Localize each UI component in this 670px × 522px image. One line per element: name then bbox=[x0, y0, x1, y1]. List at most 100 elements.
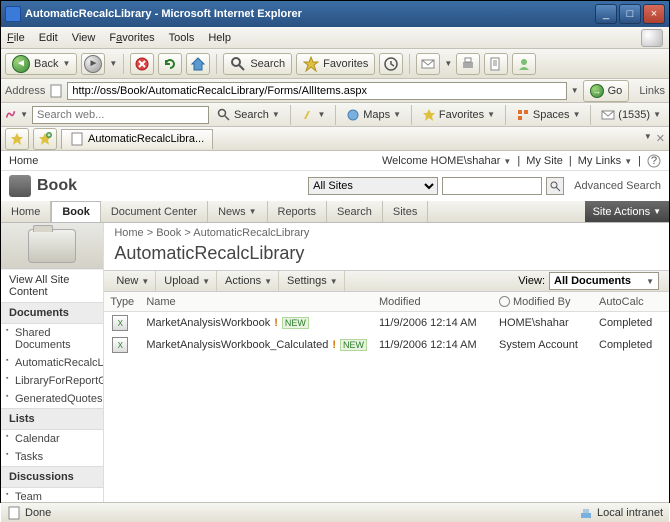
address-dropdown[interactable]: ▼ bbox=[571, 86, 579, 95]
nav-shared-docs[interactable]: Shared Documents bbox=[1, 324, 103, 354]
menu-tools[interactable]: Tools bbox=[169, 32, 195, 44]
table-row[interactable]: X MarketAnalysisWorkbook!NEW 11/9/2006 1… bbox=[104, 312, 669, 334]
address-label: Address bbox=[5, 85, 45, 97]
nav-doccenter[interactable]: Document Center bbox=[101, 201, 208, 222]
minimize-button[interactable]: _ bbox=[595, 4, 617, 24]
advanced-search-link[interactable]: Advanced Search bbox=[574, 180, 661, 192]
item-modified: 11/9/2006 12:14 AM bbox=[373, 317, 493, 329]
tab-page-icon bbox=[70, 132, 84, 146]
nav-report-gen[interactable]: LibraryForReportGeneration bbox=[1, 372, 103, 390]
search-scope-select[interactable]: All Sites bbox=[308, 177, 438, 195]
actions-button[interactable]: Actions▼ bbox=[219, 271, 279, 291]
go-button[interactable]: →Go bbox=[583, 80, 630, 102]
history-button[interactable] bbox=[379, 53, 403, 75]
table-row[interactable]: X MarketAnalysisWorkbook_Calculated!NEW … bbox=[104, 334, 669, 356]
menu-favorites[interactable]: Favorites bbox=[109, 32, 154, 44]
add-favorite-button[interactable] bbox=[33, 128, 57, 150]
favorites-button[interactable]: Favorites bbox=[296, 53, 375, 75]
nav-head-documents: Documents bbox=[1, 302, 103, 324]
spaces-button[interactable]: Spaces▼ bbox=[512, 106, 585, 124]
mail-count-button[interactable]: (1535)▼ bbox=[597, 106, 665, 124]
crumb-lib[interactable]: AutomaticRecalcLibrary bbox=[193, 227, 309, 239]
menu-help[interactable]: Help bbox=[208, 32, 231, 44]
search-button[interactable]: Search bbox=[223, 53, 292, 75]
crumb-home[interactable]: Home bbox=[114, 227, 143, 239]
view-selector[interactable]: All Documents▼ bbox=[549, 272, 659, 290]
forward-dropdown[interactable]: ▼ bbox=[109, 59, 117, 68]
item-name[interactable]: MarketAnalysisWorkbook_Calculated bbox=[146, 339, 328, 351]
upload-button[interactable]: Upload▼ bbox=[158, 271, 217, 291]
forward-button[interactable]: ► bbox=[81, 53, 105, 75]
window-title: AutomaticRecalcLibrary - Microsoft Inter… bbox=[25, 8, 593, 20]
nav-search[interactable]: Search bbox=[327, 201, 383, 222]
tab-dropdown[interactable]: ▼ bbox=[644, 132, 652, 145]
sp-home-link[interactable]: Home bbox=[9, 155, 38, 167]
nav-news[interactable]: News▼ bbox=[208, 201, 267, 222]
item-modified: 11/9/2006 12:14 AM bbox=[373, 339, 493, 351]
site-search-input[interactable] bbox=[442, 177, 542, 195]
favorites-star-button[interactable] bbox=[5, 128, 29, 150]
maps-button[interactable]: Maps▼ bbox=[342, 106, 405, 124]
window-titlebar: AutomaticRecalcLibrary - Microsoft Inter… bbox=[1, 1, 669, 27]
nav-toolbar: ◄Back▼ ► ▼ Search Favorites ▼ bbox=[1, 49, 669, 79]
item-by[interactable]: System Account bbox=[493, 339, 593, 351]
help-icon[interactable]: ? bbox=[647, 154, 661, 168]
nav-auto-recalc[interactable]: AutomaticRecalcLibrary bbox=[1, 354, 103, 372]
close-button[interactable]: × bbox=[643, 4, 665, 24]
col-autocalc[interactable]: AutoCalc bbox=[593, 296, 669, 308]
address-input[interactable] bbox=[67, 82, 566, 100]
back-button[interactable]: ◄Back▼ bbox=[5, 53, 77, 75]
links-label[interactable]: Links bbox=[639, 85, 665, 97]
settings-button[interactable]: Settings▼ bbox=[281, 271, 345, 291]
site-search-go[interactable] bbox=[546, 177, 564, 195]
item-autocalc: Completed bbox=[593, 339, 669, 351]
col-modified-by[interactable]: Modified By bbox=[493, 296, 593, 308]
col-type[interactable]: Type bbox=[104, 296, 140, 308]
stop-button[interactable] bbox=[130, 53, 154, 75]
new-button[interactable]: New▼ bbox=[110, 271, 156, 291]
nav-calendar[interactable]: Calendar bbox=[1, 430, 103, 448]
web-search-input[interactable] bbox=[32, 106, 209, 124]
item-name[interactable]: MarketAnalysisWorkbook bbox=[146, 317, 270, 329]
welcome-label[interactable]: Welcome HOME\shahar ▼ bbox=[382, 155, 511, 167]
nav-book[interactable]: Book bbox=[51, 201, 101, 222]
address-bar: Address ▼ →Go Links bbox=[1, 79, 669, 103]
nav-gen-quotes[interactable]: GeneratedQuotesLibrary bbox=[1, 390, 103, 408]
col-name[interactable]: Name bbox=[140, 296, 373, 308]
nav-tasks[interactable]: Tasks bbox=[1, 448, 103, 466]
mail-button[interactable] bbox=[416, 53, 440, 75]
view-all-content-link[interactable]: View All Site Content bbox=[1, 269, 103, 302]
alert-icon: ! bbox=[332, 339, 336, 351]
crumb-book[interactable]: Book bbox=[156, 227, 181, 239]
ie-icon bbox=[5, 6, 21, 22]
refresh-button[interactable] bbox=[158, 53, 182, 75]
content-area: View All Site Content Documents Shared D… bbox=[1, 223, 669, 502]
new-badge: NEW bbox=[282, 317, 309, 329]
home-button[interactable] bbox=[186, 53, 210, 75]
menu-edit[interactable]: Edit bbox=[39, 32, 58, 44]
edit-button[interactable] bbox=[484, 53, 508, 75]
mylinks-link[interactable]: My Links ▼ bbox=[578, 155, 632, 167]
item-by[interactable]: HOME\shahar bbox=[493, 317, 593, 329]
menu-view[interactable]: View bbox=[72, 32, 96, 44]
print-button[interactable] bbox=[456, 53, 480, 75]
view-label: View: bbox=[518, 275, 545, 287]
nav-head-discussions: Discussions bbox=[1, 466, 103, 488]
item-autocalc: Completed bbox=[593, 317, 669, 329]
messenger-button[interactable] bbox=[512, 53, 536, 75]
maximize-button[interactable]: □ bbox=[619, 4, 641, 24]
nav-sites[interactable]: Sites bbox=[383, 201, 428, 222]
web-search-button[interactable]: Search▼ bbox=[213, 106, 284, 124]
menu-file[interactable]: File bbox=[7, 32, 25, 44]
nav-home[interactable]: Home bbox=[1, 201, 51, 222]
highlight-button[interactable]: ▼ bbox=[297, 106, 330, 124]
mysite-link[interactable]: My Site bbox=[526, 155, 563, 167]
col-modified[interactable]: Modified bbox=[373, 296, 493, 308]
nav-team-discussion[interactable]: Team Discussion bbox=[1, 488, 103, 502]
toolbar-favorites-button[interactable]: Favorites▼ bbox=[418, 106, 499, 124]
tab-close[interactable]: ✕ bbox=[656, 132, 665, 145]
browser-tab[interactable]: AutomaticRecalcLibra... bbox=[61, 129, 213, 149]
nav-reports[interactable]: Reports bbox=[268, 201, 328, 222]
site-actions-button[interactable]: Site Actions▼ bbox=[585, 201, 669, 222]
zone-icon bbox=[579, 506, 593, 520]
